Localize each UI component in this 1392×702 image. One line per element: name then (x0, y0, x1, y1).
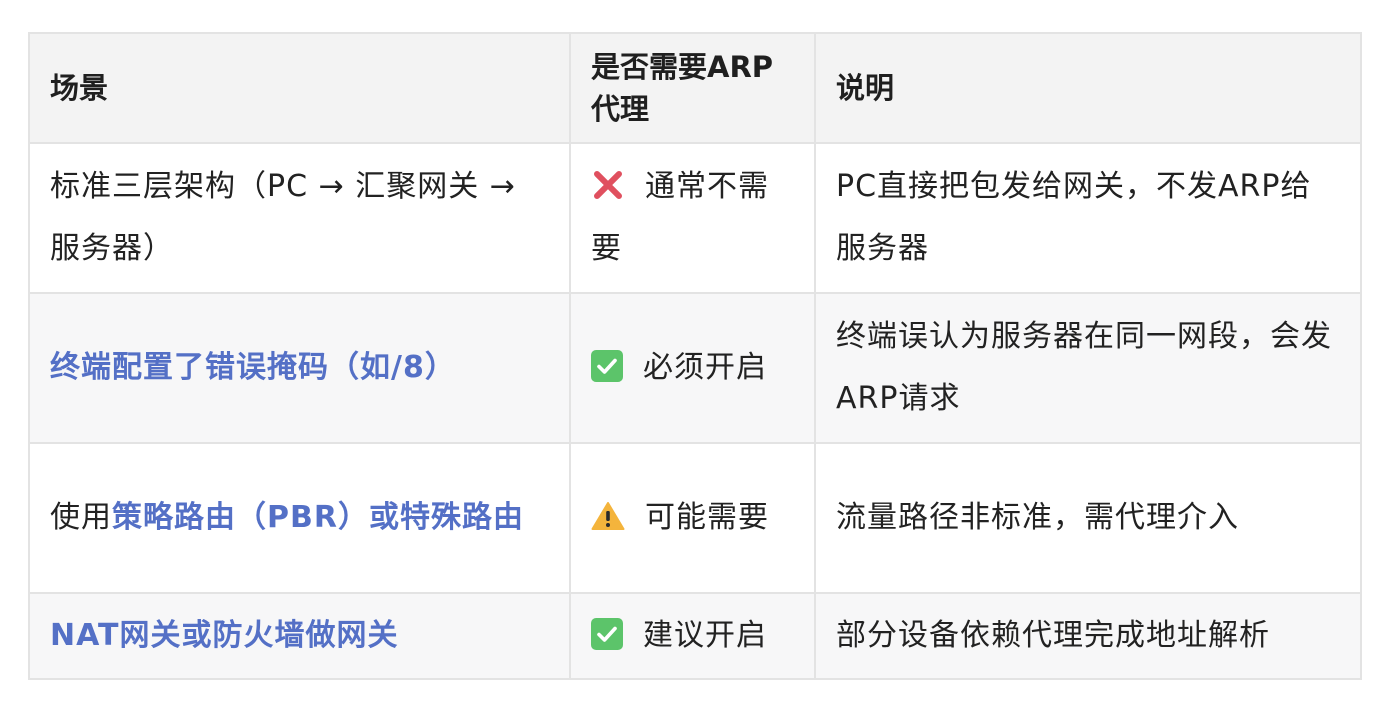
scenario-cell: 标准三层架构（PC → 汇聚网关 → 服务器） (28, 142, 571, 294)
warning-icon (591, 501, 625, 531)
table-row: 使用策略路由（PBR）或特殊路由 可能需要 流量路径非标准，需代理介入 (28, 442, 1362, 594)
table-row: NAT网关或防火墙做网关 建议开启 部分设备依赖代理完成地址解析 (28, 592, 1362, 680)
header-need-arp-proxy: 是否需要ARP代理 (569, 32, 816, 144)
description-text: PC直接把包发给网关，不发ARP给服务器 (836, 169, 1312, 266)
description-cell: 部分设备依赖代理完成地址解析 (814, 592, 1362, 680)
status-cell: 可能需要 (569, 442, 816, 594)
red-x-icon (591, 168, 625, 202)
scenario-cell: 终端配置了错误掩码（如/8） (28, 292, 571, 444)
status-cell: 建议开启 (569, 592, 816, 680)
status-text: 建议开启 (643, 618, 767, 653)
scenario-text: 使用 (50, 500, 112, 535)
description-text: 终端误认为服务器在同一网段，会发ARP请求 (836, 319, 1332, 416)
scenario-cell: 使用策略路由（PBR）或特殊路由 (28, 442, 571, 594)
green-check-icon (591, 617, 623, 650)
description-cell: 终端误认为服务器在同一网段，会发ARP请求 (814, 292, 1362, 444)
scenario-cell: NAT网关或防火墙做网关 (28, 592, 571, 680)
status-text: 可能需要 (645, 500, 769, 535)
description-cell: PC直接把包发给网关，不发ARP给服务器 (814, 142, 1362, 294)
description-text: 流量路径非标准，需代理介入 (836, 500, 1239, 535)
scenario-highlight-text: 终端配置了错误掩码（如/8） (50, 350, 456, 385)
header-description: 说明 (814, 32, 1362, 144)
table-header-row: 场景 是否需要ARP代理 说明 (28, 32, 1362, 144)
table-row: 标准三层架构（PC → 汇聚网关 → 服务器） 通常不需要 PC直接把包发给网关… (28, 142, 1362, 294)
description-cell: 流量路径非标准，需代理介入 (814, 442, 1362, 594)
scenario-highlight-text: 策略路由（PBR）或特殊路由 (112, 500, 524, 535)
description-text: 部分设备依赖代理完成地址解析 (836, 618, 1270, 653)
header-scenario: 场景 (28, 32, 571, 144)
table-row: 终端配置了错误掩码（如/8） 必须开启 终端误认为服务器在同一网段，会发ARP请… (28, 292, 1362, 444)
scenario-highlight-text: NAT网关或防火墙做网关 (50, 618, 399, 653)
status-cell: 必须开启 (569, 292, 816, 444)
scenario-text: 标准三层架构（PC → 汇聚网关 → 服务器） (50, 169, 516, 266)
status-text: 必须开启 (643, 350, 767, 385)
arp-proxy-scenario-table: 场景 是否需要ARP代理 说明 标准三层架构（PC → 汇聚网关 → 服务器） … (28, 32, 1362, 680)
comparison-table-container: 场景 是否需要ARP代理 说明 标准三层架构（PC → 汇聚网关 → 服务器） … (28, 32, 1362, 680)
green-check-icon (591, 349, 623, 382)
status-cell: 通常不需要 (569, 142, 816, 294)
